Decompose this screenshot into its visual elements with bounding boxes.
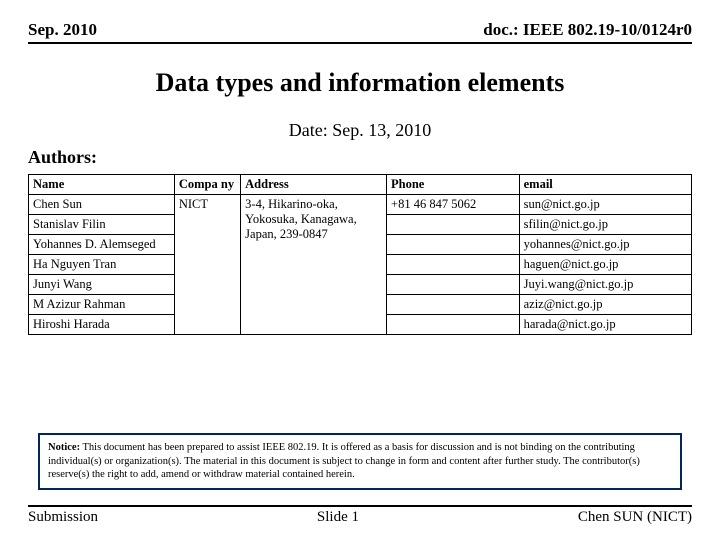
col-email: email: [519, 175, 691, 195]
cell-name: Stanislav Filin: [29, 215, 175, 235]
cell-email: yohannes@nict.go.jp: [519, 235, 691, 255]
cell-company: NICT: [174, 195, 240, 335]
footer-right: Chen SUN (NICT): [578, 509, 692, 526]
date-line: Date: Sep. 13, 2010: [28, 120, 692, 141]
notice-lead: Notice:: [48, 442, 80, 453]
header-left: Sep. 2010: [28, 20, 97, 40]
table-header-row: Name Compa ny Address Phone email: [29, 175, 692, 195]
cell-name: Chen Sun: [29, 195, 175, 215]
cell-email: harada@nict.go.jp: [519, 315, 691, 335]
col-phone: Phone: [387, 175, 520, 195]
cell-phone: [387, 315, 520, 335]
footer: Submission Slide 1 Chen SUN (NICT): [28, 505, 692, 526]
cell-phone: [387, 255, 520, 275]
cell-email: sun@nict.go.jp: [519, 195, 691, 215]
notice-box: Notice: This document has been prepared …: [38, 433, 682, 490]
col-name: Name: [29, 175, 175, 195]
cell-email: sfilin@nict.go.jp: [519, 215, 691, 235]
cell-phone: [387, 235, 520, 255]
cell-name: Ha Nguyen Tran: [29, 255, 175, 275]
cell-email: Juyi.wang@nict.go.jp: [519, 275, 691, 295]
cell-phone: [387, 275, 520, 295]
col-company: Compa ny: [174, 175, 240, 195]
cell-email: aziz@nict.go.jp: [519, 295, 691, 315]
cell-phone: [387, 215, 520, 235]
footer-center: Slide 1: [317, 509, 359, 526]
cell-address: 3-4, Hikarino-oka, Yokosuka, Kanagawa, J…: [241, 195, 387, 335]
cell-phone: +81 46 847 5062: [387, 195, 520, 215]
cell-name: Junyi Wang: [29, 275, 175, 295]
header-right: doc.: IEEE 802.19-10/0124r0: [483, 20, 692, 40]
col-address: Address: [241, 175, 387, 195]
slide: Sep. 2010 doc.: IEEE 802.19-10/0124r0 Da…: [0, 0, 720, 540]
cell-phone: [387, 295, 520, 315]
authors-label: Authors:: [28, 147, 692, 168]
page-title: Data types and information elements: [28, 68, 692, 98]
header: Sep. 2010 doc.: IEEE 802.19-10/0124r0: [28, 20, 692, 44]
footer-left: Submission: [28, 509, 98, 526]
cell-email: haguen@nict.go.jp: [519, 255, 691, 275]
notice-body: This document has been prepared to assis…: [48, 442, 640, 480]
cell-name: Yohannes D. Alemseged: [29, 235, 175, 255]
authors-table: Name Compa ny Address Phone email Chen S…: [28, 174, 692, 335]
table-row: Chen Sun NICT 3-4, Hikarino-oka, Yokosuk…: [29, 195, 692, 215]
cell-name: Hiroshi Harada: [29, 315, 175, 335]
cell-name: M Azizur Rahman: [29, 295, 175, 315]
